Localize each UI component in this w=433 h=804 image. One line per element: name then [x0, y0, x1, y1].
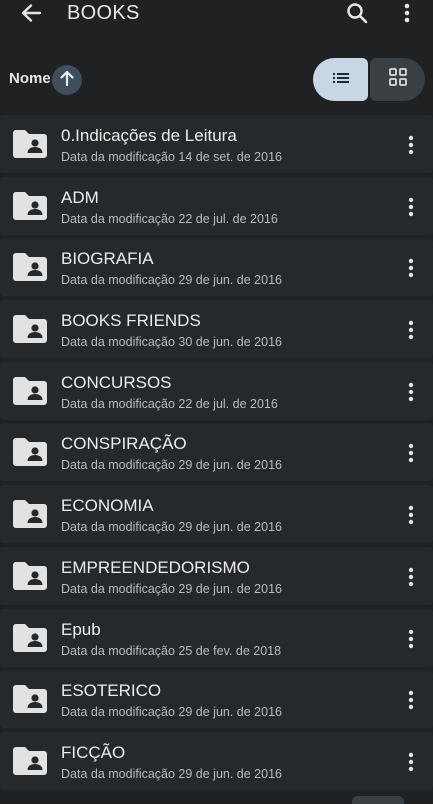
search-icon[interactable]: [343, 0, 371, 26]
more-vert-icon[interactable]: [398, 440, 424, 466]
view-mode-toggle: [313, 58, 425, 101]
list-icon: [332, 71, 349, 89]
folder-name: FICÇÃO: [61, 742, 126, 762]
folder-modified-date: Data da modificação 29 de jun. de 2016: [61, 458, 282, 473]
folder-name: BIOGRAFIA: [61, 249, 154, 269]
folder-modified-date: Data da modificação 29 de jun. de 2016: [61, 520, 282, 535]
list-item[interactable]: CONSPIRAÇÃO Data da modificação 29 de jun…: [0, 423, 433, 482]
arrow-back-icon[interactable]: [17, 0, 45, 26]
shared-folder-icon: [11, 498, 49, 530]
list-item[interactable]: ECONOMIA Data da modificação 29 de jun. d…: [0, 485, 433, 544]
more-vert-icon[interactable]: [398, 379, 424, 405]
folder-modified-date: Data da modificação 29 de jun. de 2016: [61, 273, 282, 288]
folder-modified-date: Data da modificação 30 de jun. de 2016: [61, 335, 282, 350]
sort-direction-button[interactable]: [52, 65, 82, 95]
fab-edge: [352, 796, 404, 804]
more-vert-icon[interactable]: [398, 687, 424, 713]
page-title: BOOKS: [67, 2, 140, 24]
folder-modified-date: Data da modificação 29 de jun. de 2016: [61, 766, 282, 781]
folder-modified-date: Data da modificação 29 de jun. de 2016: [61, 581, 282, 596]
list-item[interactable]: EMPREENDEDORISMO Data da modificação 29 d…: [0, 546, 433, 605]
shared-folder-icon: [11, 251, 49, 283]
folder-list: 0.Indicações de Leitura Data da modificaç…: [0, 115, 433, 794]
arrow-upward-icon: [60, 70, 74, 91]
shared-folder-icon: [11, 128, 49, 160]
folder-modified-date: Data da modificação 22 de jul. de 2016: [61, 396, 278, 411]
grid-view-button[interactable]: [370, 58, 425, 101]
shared-folder-icon: [11, 375, 49, 407]
more-vert-icon[interactable]: [398, 626, 424, 652]
folder-name: CONSPIRAÇÃO: [61, 434, 187, 454]
sort-label[interactable]: Nome: [9, 70, 51, 87]
folder-name: Epub: [61, 619, 101, 639]
shared-folder-icon: [11, 683, 49, 715]
folder-modified-date: Data da modificação 22 de jul. de 2016: [61, 211, 278, 226]
more-vert-icon[interactable]: [398, 194, 424, 220]
shared-folder-icon: [11, 560, 49, 592]
folder-name: 0.Indicações de Leitura: [61, 126, 237, 145]
folder-modified-date: Data da modificação 14 de set. de 2016: [61, 150, 282, 164]
list-item[interactable]: BOOKS FRIENDS Data da modificação 30 de j…: [0, 300, 433, 359]
more-vert-icon[interactable]: [398, 502, 424, 528]
list-item[interactable]: FICÇÃO Data da modificação 29 de jun. de …: [0, 731, 433, 790]
list-item[interactable]: 0.Indicações de Leitura Data da modificaç…: [0, 115, 433, 173]
list-item[interactable]: ADM Data da modificação 22 de jul. de 201…: [0, 176, 433, 235]
top-app-bar: BOOKS: [0, 0, 433, 46]
list-item[interactable]: BIOGRAFIA Data da modificação 29 de jun. …: [0, 238, 433, 297]
more-vert-icon[interactable]: [398, 317, 424, 343]
more-vert-icon[interactable]: [398, 132, 424, 158]
shared-folder-icon: [11, 622, 49, 654]
folder-name: CONCURSOS: [61, 372, 172, 392]
folder-modified-date: Data da modificação 25 de fev. de 2018: [61, 643, 282, 658]
grid-icon: [388, 68, 407, 91]
folder-name: ESOTERICO: [61, 681, 162, 701]
shared-folder-icon: [11, 313, 49, 345]
shared-folder-icon: [11, 745, 49, 777]
list-item[interactable]: CONCURSOS Data da modificação 22 de jul. …: [0, 361, 433, 420]
folder-name: BOOKS FRIENDS: [61, 311, 201, 331]
shared-folder-icon: [11, 436, 49, 468]
more-vert-icon[interactable]: [398, 255, 424, 281]
list-item[interactable]: ESOTERICO Data da modificação 29 de jun. …: [0, 670, 433, 729]
list-view-button[interactable]: [313, 58, 368, 101]
list-item[interactable]: Epub Data da modificação 25 de fev. de 20…: [0, 608, 433, 667]
more-vert-icon[interactable]: [398, 564, 424, 590]
folder-name: ECONOMIA: [61, 496, 154, 516]
folder-name: EMPREENDEDORISMO: [61, 557, 250, 577]
more-vert-icon[interactable]: [398, 749, 424, 775]
more-vert-icon[interactable]: [394, 0, 420, 26]
folder-modified-date: Data da modificação 29 de jun. de 2016: [61, 705, 282, 720]
shared-folder-icon: [11, 190, 49, 222]
folder-name: ADM: [61, 187, 99, 207]
